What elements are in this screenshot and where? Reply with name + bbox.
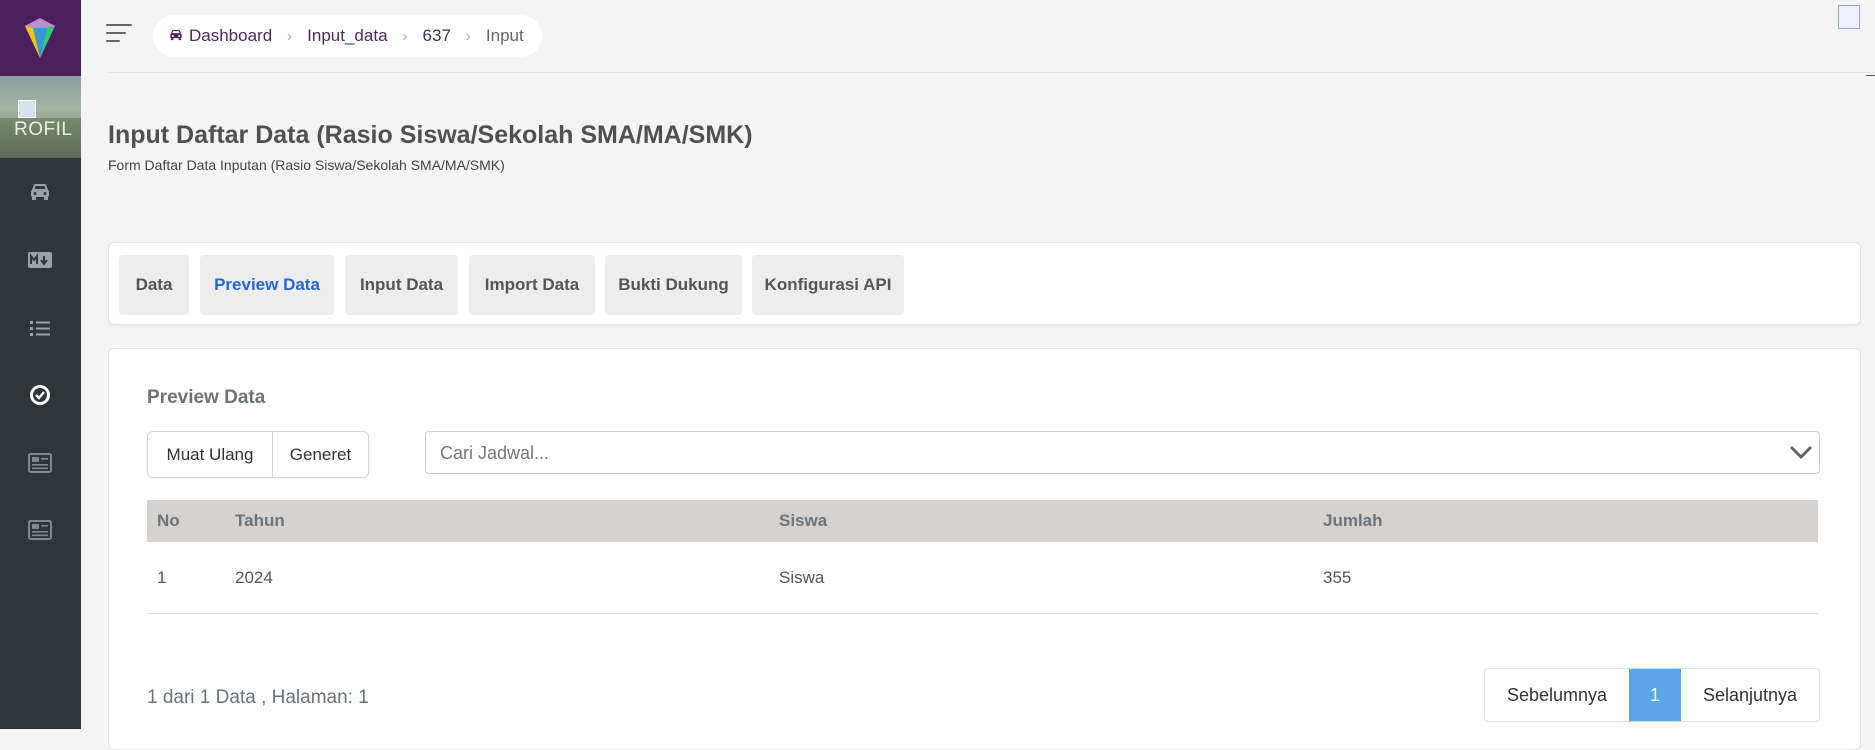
document-icon [28,453,52,473]
tab-bukti-dukung[interactable]: Bukti Dukung [605,255,742,315]
page-1-button[interactable]: 1 [1629,669,1681,721]
sidebar: ROFIL [0,0,81,729]
section-title: Preview Data [147,387,266,408]
column-header-siswa[interactable]: Siswa [779,500,827,542]
table-cell-siswa: Siswa [779,567,825,587]
profile-alt-text: ROFIL [14,119,73,140]
gem-logo-icon [25,18,55,58]
next-page-button[interactable]: Selanjutnya [1681,669,1819,721]
breadcrumb: Dashboard › Input_data › 637 › Input [153,15,542,57]
list-icon [30,321,50,336]
car-icon [31,184,49,200]
chevron-down-icon[interactable] [1789,442,1813,462]
breadcrumb-item-current: Input [485,26,524,45]
car-icon [169,26,183,46]
table-cell-jumlah: 355 [1323,567,1352,587]
broken-image-icon[interactable] [1838,5,1860,29]
reload-button[interactable]: Muat Ulang [148,432,272,477]
menu-toggle-icon[interactable] [106,24,132,44]
column-header-no[interactable]: No [157,500,180,542]
pagination-info: 1 dari 1 Data , Halaman: 1 [147,687,369,708]
app-logo[interactable] [0,0,81,76]
divider-mark [1866,75,1875,76]
breadcrumb-item-input-data[interactable]: Input_data [307,26,387,46]
document-icon [28,520,52,540]
sidebar-item-document-2[interactable] [24,514,56,546]
check-circle-icon [30,385,50,405]
pagination: Sebelumnya 1 Selanjutnya [1484,668,1820,722]
tab-import-data[interactable]: Import Data [469,255,595,315]
sidebar-item-list[interactable] [24,312,56,344]
sidebar-item-dashboard[interactable] [24,176,56,208]
tab-konfigurasi-api[interactable]: Konfigurasi API [752,255,904,315]
chevron-right-icon: › [287,27,293,45]
tab-input-data[interactable]: Input Data [345,255,458,315]
page-title: Input Daftar Data (Rasio Siswa/Sekolah S… [108,121,753,149]
schedule-search-select[interactable] [425,431,1820,475]
markdown-icon [28,252,52,268]
breadcrumb-item-id[interactable]: 637 [423,26,451,46]
sidebar-item-check[interactable] [24,379,56,411]
table-header-row: No Tahun Siswa Jumlah [147,500,1818,542]
table-cell-no: 1 [157,567,167,587]
chevron-right-icon: › [465,27,471,45]
tab-data[interactable]: Data [119,255,189,315]
column-header-tahun[interactable]: Tahun [235,500,285,542]
search-input[interactable] [438,432,1762,475]
column-header-jumlah[interactable]: Jumlah [1323,500,1383,542]
tabs-card: Data Preview Data Input Data Import Data… [108,242,1861,325]
previous-page-button[interactable]: Sebelumnya [1485,669,1629,721]
breadcrumb-item-dashboard[interactable]: Dashboard [189,26,272,46]
table-row: 1 2024 Siswa 355 [147,542,1818,614]
chevron-right-icon: › [402,27,408,45]
sidebar-item-document-1[interactable] [24,447,56,479]
action-button-group: Muat Ulang Generet [147,431,369,478]
generate-button[interactable]: Generet [272,432,368,477]
tab-preview-data[interactable]: Preview Data [200,255,334,315]
profile-banner[interactable]: ROFIL [0,76,81,158]
sidebar-item-markdown[interactable] [24,244,56,276]
broken-image-icon [18,100,36,118]
preview-table: No Tahun Siswa Jumlah 1 2024 Siswa 355 [147,500,1818,614]
header-divider [108,72,1875,73]
table-cell-tahun: 2024 [235,567,273,587]
page-subtitle: Form Daftar Data Inputan (Rasio Siswa/Se… [108,157,505,173]
